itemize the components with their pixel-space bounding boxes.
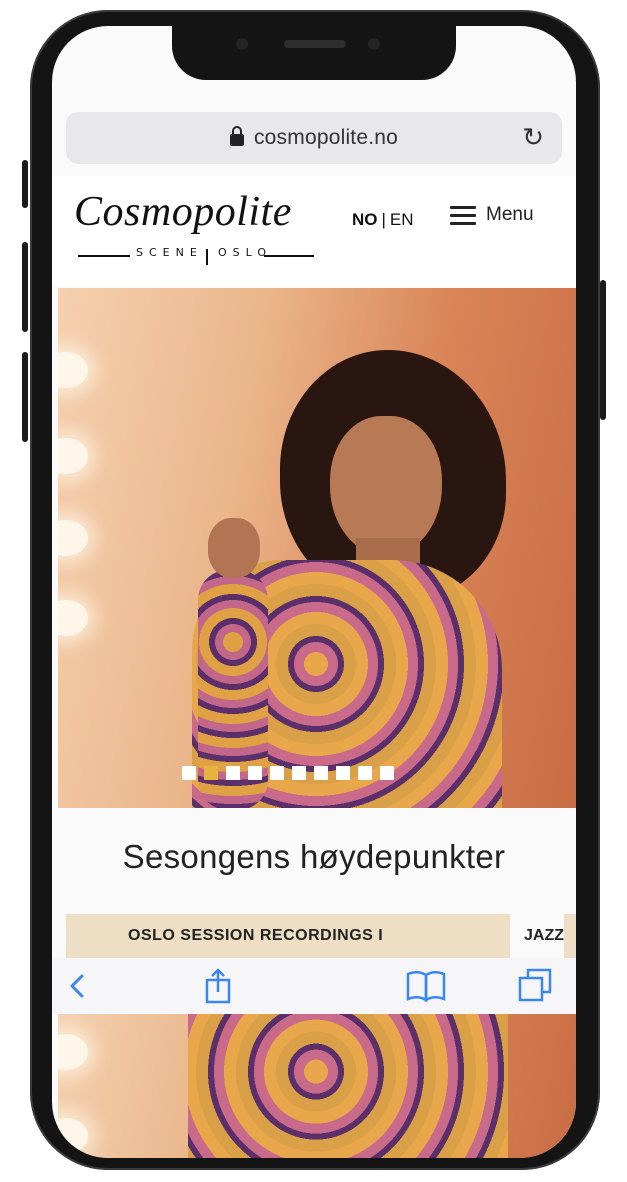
language-switcher: NO | EN <box>352 210 414 230</box>
logo-sub-right: OSLO <box>218 246 273 259</box>
url-text: cosmopolite.no <box>253 126 399 149</box>
logo-rule-mid <box>206 249 208 265</box>
lang-separator: | <box>381 210 386 229</box>
tabs-icon[interactable] <box>514 966 558 1006</box>
hero-figure-hand <box>208 518 260 578</box>
address-bar[interactable]: cosmopolite.no ↻ <box>66 112 562 164</box>
logo-subtitle: SCENE OSLO <box>78 246 314 266</box>
carousel-dot[interactable] <box>336 766 350 780</box>
menu-label: Menu <box>486 204 534 225</box>
phone-screen: cosmopolite.no ↻ Cosmopolite SCENE OSLO … <box>52 26 576 1158</box>
mirror-bulb <box>58 1118 88 1154</box>
mirror-bulb <box>58 520 88 556</box>
carousel-pagination <box>182 766 402 780</box>
share-icon[interactable] <box>196 966 240 1006</box>
hero-carousel[interactable] <box>58 288 576 808</box>
back-icon[interactable] <box>56 966 100 1006</box>
event-image-dress <box>188 1014 508 1158</box>
lang-en[interactable]: EN <box>390 210 414 229</box>
lang-no[interactable]: NO <box>352 210 378 229</box>
mirror-bulb <box>58 600 88 636</box>
carousel-dot[interactable] <box>248 766 262 780</box>
notch <box>172 26 456 80</box>
menu-button[interactable]: Menu <box>450 204 534 226</box>
side-button-volume-up <box>22 242 28 332</box>
logo-rule-right <box>264 255 314 257</box>
carousel-dot[interactable] <box>182 766 196 780</box>
side-button-power <box>600 280 606 420</box>
carousel-dot[interactable] <box>270 766 284 780</box>
lock-icon <box>229 126 244 146</box>
carousel-dot[interactable] <box>380 766 394 780</box>
event-genre-tag[interactable]: JAZZ <box>510 914 564 958</box>
event-image[interactable] <box>58 1014 576 1158</box>
carousel-dot[interactable] <box>292 766 306 780</box>
speaker-grille <box>284 40 346 48</box>
site-header: Cosmopolite SCENE OSLO NO | EN Menu <box>52 176 576 286</box>
carousel-dot[interactable] <box>314 766 328 780</box>
mirror-bulb <box>58 1034 88 1070</box>
hero-figure-face <box>330 416 442 556</box>
carousel-dot[interactable] <box>358 766 372 780</box>
carousel-dot[interactable] <box>226 766 240 780</box>
hamburger-icon <box>450 204 478 226</box>
logo-sub-left: SCENE <box>136 246 203 259</box>
section-title: Sesongens høydepunkter <box>122 838 506 875</box>
browser-toolbar <box>52 958 576 1014</box>
site-logo[interactable]: Cosmopolite <box>74 188 292 236</box>
camera-icon <box>368 38 380 50</box>
mirror-bulb <box>58 352 88 388</box>
reload-icon[interactable]: ↻ <box>522 124 544 150</box>
event-title: OSLO SESSION RECORDINGS I <box>128 927 384 944</box>
side-button-mute <box>22 160 28 208</box>
mirror-bulb <box>58 438 88 474</box>
carousel-dot[interactable] <box>204 766 218 780</box>
side-button-volume-down <box>22 352 28 442</box>
sensor-icon <box>236 38 248 50</box>
logo-rule-left <box>78 255 130 257</box>
bookmarks-icon[interactable] <box>404 966 448 1006</box>
event-strip[interactable]: OSLO SESSION RECORDINGS I JAZZ <box>66 914 576 958</box>
